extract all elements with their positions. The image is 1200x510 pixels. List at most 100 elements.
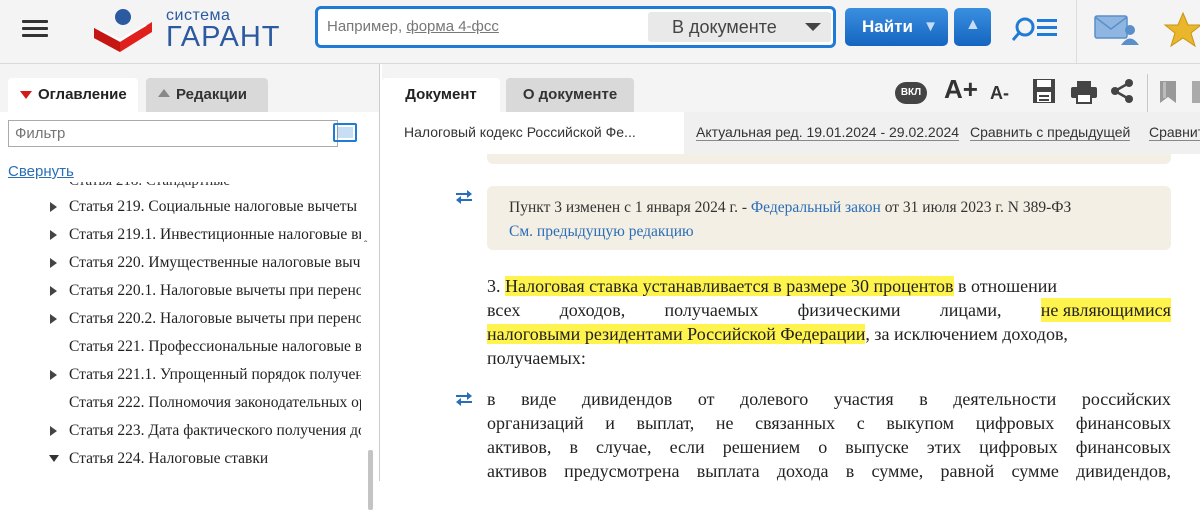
print-icon[interactable] — [1070, 80, 1098, 104]
share-icon[interactable] — [1110, 78, 1134, 104]
paragraph-number: 3. — [487, 276, 501, 296]
highlight-tax-residents: налоговыми резидентами — [487, 324, 683, 344]
tab-about-document-label: О документе — [522, 86, 618, 103]
document-title[interactable]: Налоговый кодекс Российской Фе... — [382, 112, 684, 154]
text-fragment: Российской Федерации — [687, 324, 866, 344]
hamburger-menu-icon[interactable] — [18, 16, 52, 46]
collapsed-triangle-icon[interactable] — [50, 370, 57, 380]
save-icon[interactable] — [1032, 78, 1056, 104]
contents-panel: Свернуть Статья 218. Стандартные налогов… — [0, 112, 379, 510]
collapsed-triangle-icon[interactable] — [50, 258, 57, 268]
more-icon[interactable] — [1190, 80, 1200, 104]
search-list-icon[interactable] — [1012, 10, 1060, 46]
favorites-star-icon[interactable] — [1163, 10, 1200, 50]
word: выпуске — [845, 437, 909, 457]
word: сумме — [1011, 461, 1059, 481]
tree-item[interactable]: Статья 219.1. Инвестиционные налоговые в… — [0, 221, 362, 249]
word: этих — [926, 437, 962, 457]
filter-toggle-icon[interactable] — [333, 123, 357, 142]
document-info-bar: Налоговый кодекс Российской Фе... Актуал… — [382, 112, 1200, 154]
document-text: Пункт 3 изменен с 1 января 2024 г. - Фед… — [382, 154, 1200, 481]
word: в — [845, 461, 855, 481]
collapsed-triangle-icon[interactable] — [50, 314, 57, 324]
tree-item[interactable]: Статья 221.1. Упрощенный порядок получен… — [0, 361, 362, 389]
tab-document[interactable]: Документ — [382, 78, 500, 112]
tree-item[interactable]: Статья 221. Профессиональные налоговые в… — [0, 333, 362, 361]
word: активов — [487, 461, 547, 481]
find-button[interactable]: Найти ▼ — [845, 8, 948, 46]
word: в — [487, 389, 496, 409]
filter-input[interactable] — [8, 120, 338, 147]
paragraph-line: организаций и выплат, не связанных с выкупом ци… — [487, 411, 1171, 435]
word: активов, — [487, 437, 552, 457]
tree-item[interactable]: Статья 220. Имущественные налоговые выче… — [0, 249, 362, 277]
tree-item[interactable]: Статья 222. Полномочия законодательных о… — [0, 389, 362, 417]
highlight-non-resident: не являющимися — [1040, 298, 1171, 322]
font-decrease-button[interactable]: A- — [990, 83, 1009, 104]
word: дивидендов, — [1076, 461, 1171, 481]
search-scope-dropdown[interactable]: В документе — [648, 12, 831, 42]
search-input[interactable] — [326, 9, 646, 45]
tab-contents-label: Оглавление — [38, 86, 127, 103]
tab-contents[interactable]: Оглавление — [8, 78, 138, 112]
word: выплата — [696, 461, 760, 481]
expanded-triangle-icon[interactable] — [49, 455, 59, 462]
word: российских — [1081, 389, 1171, 409]
word: виде — [521, 389, 557, 409]
tree-item[interactable]: Статья 220.1. Налоговые вычеты при перен… — [0, 277, 362, 305]
federal-law-link[interactable]: Федеральный закон — [751, 199, 881, 216]
word: участия — [833, 389, 894, 409]
paragraph-line: в виде дивидендов от долевого участия в деятель… — [487, 387, 1171, 411]
word: и — [605, 413, 615, 433]
scroll-up-icon[interactable]: ˆ — [364, 240, 367, 251]
compare-other-link[interactable]: Сравнить — [1149, 124, 1200, 141]
collapsed-triangle-icon[interactable] — [50, 230, 57, 240]
word: случае, — [596, 437, 652, 457]
tree-scrollbar[interactable] — [368, 450, 373, 510]
garant-logo[interactable]: система ГАРАНТ — [90, 6, 290, 56]
vkl-toggle-button[interactable]: ВКЛ — [895, 82, 927, 104]
logo-text-big: ГАРАНТ — [166, 21, 281, 53]
contents-tree: Статья 218. Стандартные налоговые вычеты… — [0, 182, 362, 481]
collapsed-triangle-icon[interactable] — [50, 426, 57, 436]
word: деятельности — [953, 389, 1057, 409]
arrow-down-icon: ▼ — [923, 18, 938, 35]
swap-arrows-icon[interactable] — [455, 190, 473, 204]
tree-item-label: Статья 222. Полномочия законодательных о… — [69, 394, 361, 411]
word: связанных — [755, 413, 836, 433]
word: предусмотрена — [564, 461, 680, 481]
actual-edition-link[interactable]: Актуальная ред. 19.01.2024 - 29.02.2024 — [696, 124, 960, 141]
search-box: Например, форма 4-фсс В документе — [315, 6, 836, 48]
prev-edition-link[interactable]: См. предыдущую редакцию — [509, 223, 694, 241]
collapse-link[interactable]: Свернуть — [8, 163, 74, 180]
tree-item[interactable]: Статья 219. Социальные налоговые вычеты — [0, 193, 362, 221]
word: если — [669, 437, 705, 457]
tree-item[interactable]: Статья 223. Дата фактического получения … — [0, 417, 362, 445]
change-note: Пункт 3 изменен с 1 января 2024 г. - Фед… — [487, 186, 1171, 250]
triangle-down-icon — [20, 91, 32, 99]
tree-item-label: Статья 221. Профессиональные налоговые в… — [69, 338, 361, 355]
chevron-down-icon — [805, 23, 821, 31]
tab-about-document[interactable]: О документе — [506, 78, 634, 112]
tree-item[interactable]: Статья 224. Налоговые ставки — [0, 445, 362, 473]
bookmark-icon[interactable] — [1158, 80, 1178, 104]
tab-editions[interactable]: Редакции — [146, 78, 268, 112]
swap-arrows-icon[interactable] — [455, 392, 473, 406]
word: не — [715, 413, 734, 433]
mail-users-icon[interactable] — [1094, 12, 1140, 46]
paragraph-line: всех доходов, получаемых физическими лиц… — [487, 298, 1171, 322]
word: выплат, — [636, 413, 695, 433]
tree-item-label: Статья 219. Социальные налоговые вычеты — [69, 198, 357, 215]
tree-item[interactable]: Статья 220.2. Налоговые вычеты при перен… — [0, 305, 362, 333]
word: финансовых — [1075, 437, 1171, 457]
font-increase-button[interactable]: A+ — [944, 74, 978, 105]
collapsed-triangle-icon[interactable] — [50, 202, 57, 212]
collapsed-triangle-icon[interactable] — [50, 286, 57, 296]
word: решением — [722, 437, 801, 457]
tab-document-label: Документ — [405, 86, 477, 103]
word: всех — [487, 300, 521, 320]
word: сумме, — [871, 461, 924, 481]
search-up-button[interactable]: ▲ — [954, 8, 991, 46]
compare-prev-link[interactable]: Сравнить с предыдущей — [970, 124, 1131, 141]
paragraph-line: активов, в случае, если решением о выпуске этих… — [487, 435, 1171, 459]
